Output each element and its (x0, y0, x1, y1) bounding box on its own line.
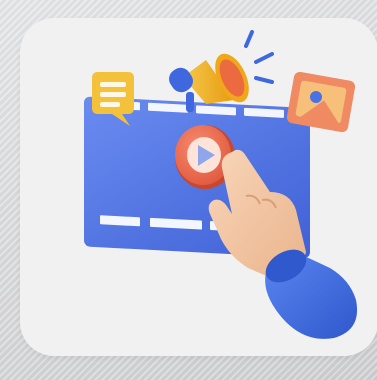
video-marketing-illustration (84, 30, 358, 339)
megaphone-icon (169, 30, 274, 112)
image-card-icon (286, 71, 356, 133)
